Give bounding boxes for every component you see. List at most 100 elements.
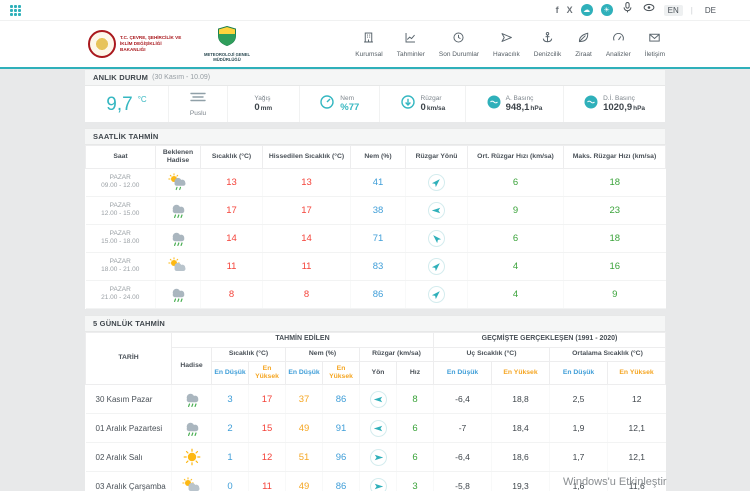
humidity-gauge-icon — [319, 94, 335, 115]
wind-direction-icon — [428, 285, 445, 303]
max-wind-cell: 18 — [563, 224, 666, 253]
date-cell: 01 Aralık Pazartesi — [85, 413, 172, 444]
sun-cloud-icon — [167, 257, 189, 275]
temp-group-header: Sıcaklık (°C) — [211, 346, 286, 363]
condition-cell — [171, 471, 212, 491]
current-condition: Puslu — [169, 86, 229, 122]
nav-item-denizcilik[interactable]: Denizcilik — [534, 31, 561, 58]
hourly-row: PAZAR 09.00 - 12.00 13 13 41 6 18 — [85, 168, 666, 197]
nav-label: Analizler — [605, 50, 631, 58]
date-cell: 30 Kasım Pazar — [85, 384, 172, 415]
current-conditions-section: ANLIK DURUM (30 Kasım - 10.09) 9,7 °C Pu… — [85, 69, 665, 122]
average-max-cell: 12 — [607, 384, 666, 415]
low-header: En Düşük — [549, 361, 608, 386]
high-header: En Yüksek — [491, 361, 550, 386]
event-column-header: Hadise — [171, 346, 212, 386]
condition-cell — [171, 413, 212, 444]
average-max-cell: 12,1 — [607, 413, 666, 444]
nav-item-ziraat[interactable]: Ziraat — [575, 31, 592, 58]
average-min-cell: 1,9 — [549, 413, 608, 444]
section-subtitle: (30 Kasım - 10.09) — [152, 74, 211, 81]
nav-label: İletişim — [644, 50, 665, 58]
ministry-logo[interactable]: T.C. ÇEVRE, ŞEHİRCİLİK VE İKLİM DEĞİŞİKL… — [88, 30, 186, 58]
condition-label: Puslu — [189, 110, 207, 118]
average-max-cell: 12,1 — [607, 442, 666, 473]
activate-windows-watermark: Windows'u Etkinleştir — [563, 476, 667, 488]
anchor-icon — [541, 31, 554, 49]
nav-item-tahminler[interactable]: Tahminler — [397, 31, 425, 58]
current-precipitation: Yağış 0mm — [228, 86, 300, 122]
past-group-header: GEÇMİŞTE GERÇEKLEŞEN (1991 - 2020) — [432, 331, 667, 348]
extreme-min-cell: -5,8 — [433, 471, 492, 491]
wind-direction-icon — [369, 390, 387, 408]
humidity-min-cell: 37 — [285, 384, 323, 415]
max-wind-cell: 16 — [563, 252, 666, 281]
extreme-min-cell: -7 — [433, 413, 492, 444]
speed-header: Hız — [396, 361, 434, 386]
building-icon — [362, 31, 375, 49]
nav-label: Denizcilik — [533, 50, 562, 58]
temp-max-cell: 17 — [248, 384, 286, 415]
avg-wind-cell: 4 — [467, 252, 564, 281]
current-section-header: ANLIK DURUM (30 Kasım - 10.09) — [85, 69, 665, 86]
condition-cell — [155, 196, 201, 225]
direction-header: Yön — [359, 361, 397, 386]
section-title: SAATLİK TAHMİN — [93, 132, 159, 141]
avg-wind-cell: 9 — [467, 196, 564, 225]
cloud-rain-icon — [181, 419, 203, 437]
wind-direction-cell — [405, 280, 468, 309]
hourly-column-header: Nem (%) — [350, 145, 406, 169]
wind-speed-cell: 6 — [396, 413, 434, 444]
nav-label: Havacılık — [493, 50, 520, 58]
wind-group-header: Rüzgar (km/sa) — [359, 346, 434, 363]
nav-item-analizler[interactable]: Analizler — [606, 31, 631, 58]
weather-app-badge-icon[interactable]: ☁ — [580, 4, 593, 16]
humidity-max-cell: 86 — [322, 384, 360, 415]
facebook-icon[interactable]: f — [556, 5, 559, 15]
temperature-cell: 17 — [200, 196, 263, 225]
nav-item-iletisim[interactable]: İletişim — [645, 31, 665, 58]
temperature-cell: 14 — [200, 224, 263, 253]
sun-icon — [181, 448, 203, 466]
wind-arrow-icon — [400, 94, 416, 115]
nav-label: Tahminler — [396, 50, 425, 58]
accessibility-eye-icon[interactable] — [642, 1, 656, 19]
temperature-value: 9,7 — [106, 93, 133, 115]
leaf-icon — [577, 31, 590, 49]
language-en-button[interactable]: EN — [663, 4, 683, 16]
nav-item-kurumsal[interactable]: Kurumsal — [355, 31, 383, 58]
microphone-icon[interactable] — [621, 1, 634, 19]
mgm-logo[interactable]: METEOROLOJİ GENEL MÜDÜRLÜĞÜ — [200, 25, 254, 63]
nav-item-havacilik[interactable]: Havacılık — [493, 31, 520, 58]
date-cell: 02 Aralık Salı — [85, 442, 172, 473]
wind-direction-cell — [405, 168, 468, 197]
weather-app-badge-icon-2[interactable]: ☀ — [600, 4, 613, 16]
language-de-button[interactable]: DE — [701, 5, 720, 16]
hourly-column-header: Saat — [85, 145, 156, 169]
feels-like-cell: 17 — [262, 196, 351, 225]
max-wind-cell: 23 — [563, 196, 666, 225]
hourly-forecast-section: SAATLİK TAHMİN Saat Beklenen Hadise Sıcakl… — [85, 128, 666, 309]
sun-cloud-rain-icon — [167, 173, 189, 191]
fog-icon — [189, 90, 207, 108]
temperature-cell: 13 — [200, 168, 263, 197]
wind-direction-icon — [428, 201, 445, 219]
condition-cell — [155, 224, 201, 253]
forecast-group-header: TAHMİN EDİLEN — [171, 331, 434, 348]
extreme-min-cell: -6,4 — [433, 384, 492, 415]
apps-menu-icon[interactable] — [10, 4, 21, 16]
hourly-forecast-table: Saat Beklenen Hadise Sıcaklık (°C) Hissedil… — [85, 145, 666, 309]
x-twitter-icon[interactable]: X — [567, 5, 573, 15]
page-root: f X ☁ ☀ EN | DE T.C. ÇEVRE, ŞEHİRCİLİK V… — [0, 0, 750, 491]
wind-direction-icon — [369, 477, 387, 491]
condition-cell — [155, 252, 201, 281]
temperature-unit: °C — [137, 95, 147, 104]
daily-header-row-1: TARİH TAHMİN EDİLEN GEÇMİŞTE GERÇEKLEŞEN (… — [85, 331, 667, 386]
humidity-min-cell: 51 — [285, 442, 323, 473]
current-humidity: Nem %77 — [300, 86, 380, 122]
nav-item-son-durumlar[interactable]: Son Durumlar — [439, 31, 479, 58]
avg-wind-cell: 4 — [467, 280, 564, 309]
max-wind-cell: 18 — [563, 168, 666, 197]
forecast-row: 01 Aralık Pazartesi 2 15 49 91 6 -7 18,4 1,9 12,1 — [85, 413, 666, 444]
extreme-temp-group-header: Uç Sıcaklık (°C) — [433, 346, 550, 363]
